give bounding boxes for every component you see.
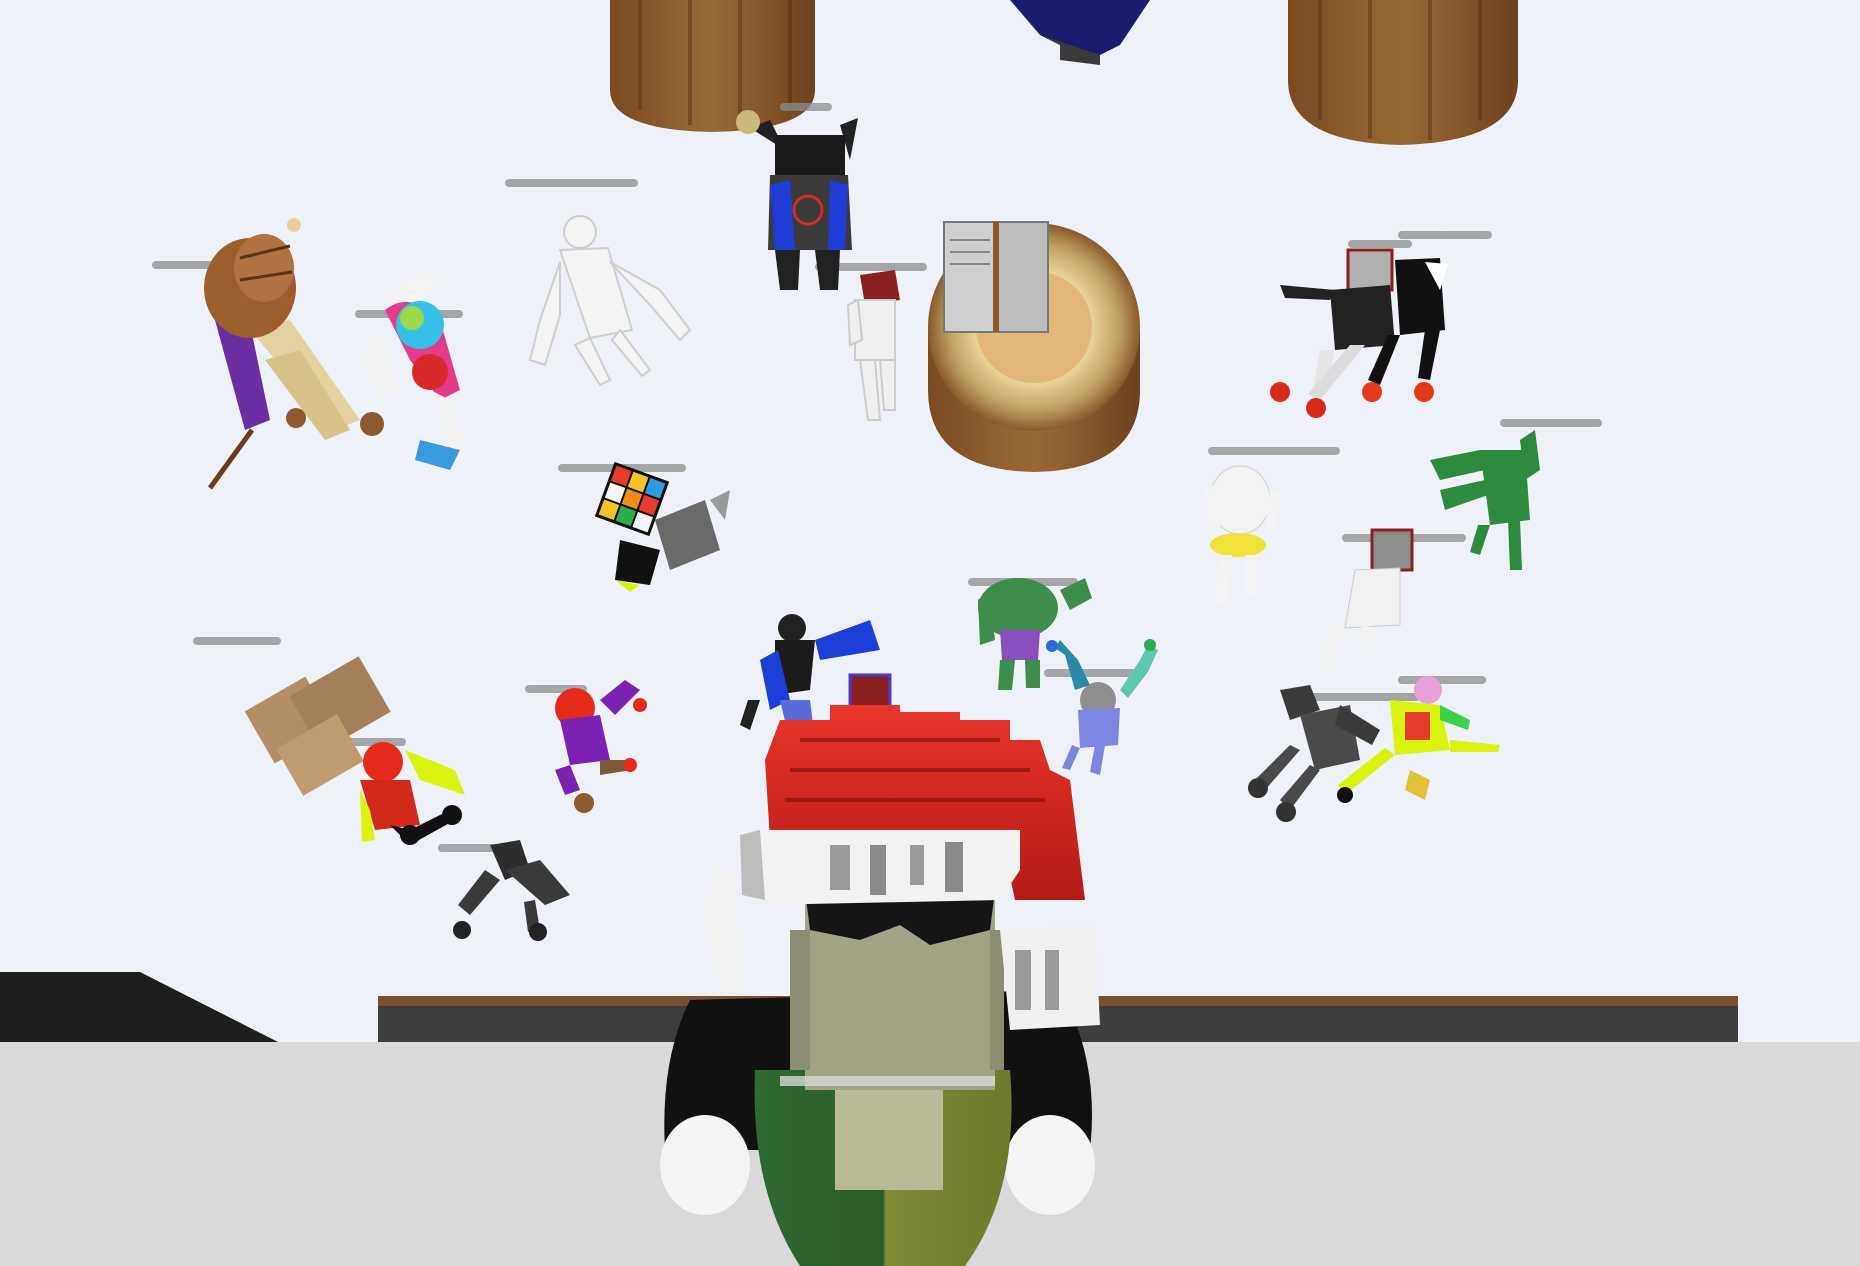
server-cabinet[interactable] (943, 221, 1049, 333)
player-right-hand (1005, 1115, 1095, 1215)
game-viewport[interactable] (0, 0, 1860, 1266)
player-left-hand (660, 1115, 750, 1215)
tree-stump-top-left[interactable] (610, 0, 815, 132)
tree-stump-top-right[interactable] (1288, 0, 1518, 145)
player-visor (780, 1076, 995, 1086)
gray-floor-right (1738, 1054, 1860, 1266)
